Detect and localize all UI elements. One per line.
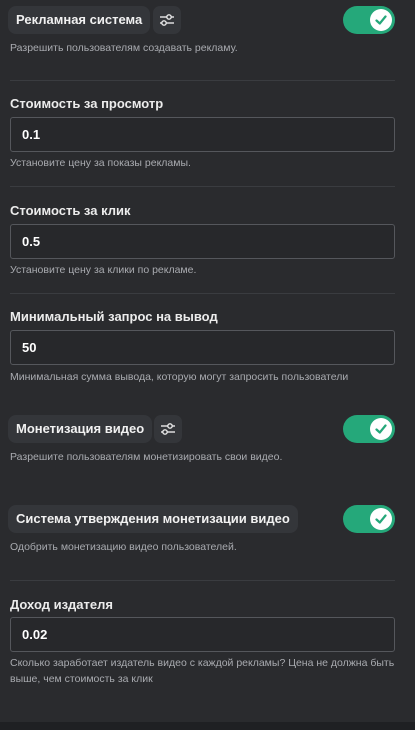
ad-system-settings-button[interactable] xyxy=(153,6,181,34)
cost-per-view-input[interactable] xyxy=(10,117,395,152)
monetization-approval-description: Одобрить монетизацию видео пользователей… xyxy=(10,541,237,553)
min-withdrawal-label: Минимальный запрос на вывод xyxy=(10,309,218,324)
cost-per-view-hint: Установите цену за показы рекламы. xyxy=(10,157,191,169)
check-icon xyxy=(375,15,387,25)
ad-system-toggle[interactable] xyxy=(343,6,395,34)
monetization-approval-title: Система утверждения монетизации видео xyxy=(8,505,298,533)
publisher-income-input[interactable] xyxy=(10,617,395,652)
publisher-income-label: Доход издателя xyxy=(10,597,113,612)
ad-system-description: Разрешить пользователям создавать реклам… xyxy=(10,42,238,54)
cost-per-view-label: Стоимость за просмотр xyxy=(10,96,164,111)
monetization-approval-toggle[interactable] xyxy=(343,505,395,533)
divider xyxy=(10,580,395,581)
divider xyxy=(10,293,395,294)
video-monetization-toggle[interactable] xyxy=(343,415,395,443)
toggle-knob xyxy=(370,9,392,31)
min-withdrawal-hint: Минимальная сумма вывода, которую могут … xyxy=(10,371,349,383)
check-icon xyxy=(375,424,387,434)
cost-per-click-input[interactable] xyxy=(10,224,395,259)
ad-system-title: Рекламная система xyxy=(8,6,151,34)
video-monetization-description: Разрешите пользователям монетизировать с… xyxy=(10,451,283,463)
check-icon xyxy=(375,514,387,524)
video-monetization-settings-button[interactable] xyxy=(154,415,182,443)
min-withdrawal-input[interactable] xyxy=(10,330,395,365)
video-monetization-title: Монетизация видео xyxy=(8,415,153,443)
divider xyxy=(10,80,395,81)
toggle-knob xyxy=(370,508,392,530)
divider xyxy=(10,186,395,187)
settings-panel: Рекламная система Разрешить пользователя… xyxy=(0,0,415,722)
cost-per-click-hint: Установите цену за клики по рекламе. xyxy=(10,264,197,276)
sliders-icon xyxy=(161,423,175,435)
toggle-knob xyxy=(370,418,392,440)
sliders-icon xyxy=(160,14,174,26)
publisher-income-hint: Сколько заработает издатель видео с кажд… xyxy=(10,657,395,685)
cost-per-click-label: Стоимость за клик xyxy=(10,203,131,218)
bottom-strip xyxy=(0,722,415,730)
